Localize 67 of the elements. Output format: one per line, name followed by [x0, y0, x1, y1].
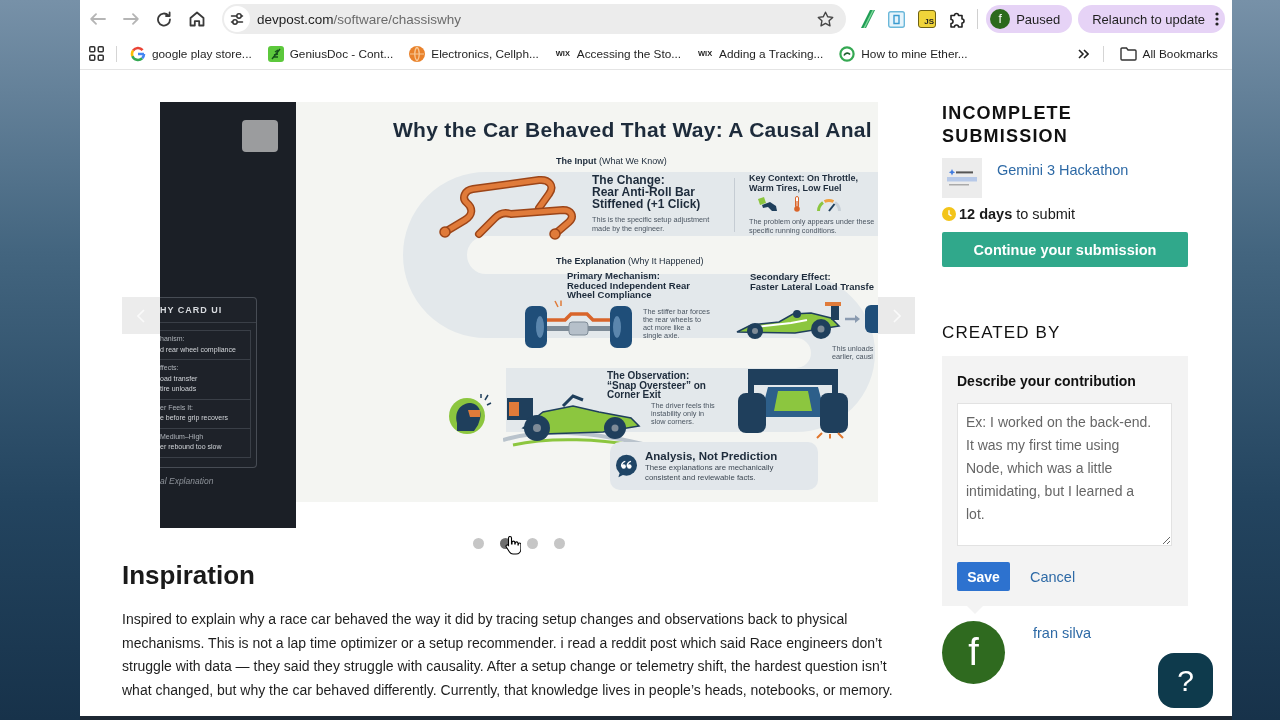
callout-title: Analysis, Not Prediction: [645, 450, 779, 463]
section-title: Reduced Independent Rear Wheel Compliance: [567, 280, 691, 301]
folder-icon: [1119, 46, 1137, 61]
section-label: Secondary Effect:: [750, 272, 832, 282]
ring-icon: [839, 45, 856, 62]
carousel-dot[interactable]: [553, 538, 565, 549]
frame-extension-icon[interactable]: [888, 10, 906, 28]
quote-icon: [616, 452, 637, 480]
section-title: Rear Anti-Roll Bar Stiffened (+1 Click): [592, 186, 702, 210]
site-settings-icon[interactable]: [224, 6, 250, 32]
contribution-textarea[interactable]: Ex: I worked on the back-end. It was my first time using Node, which was a little intimidating, but I learned a lot.: [957, 403, 1172, 546]
field-label: Describe your contribution: [957, 372, 1137, 390]
more-icon: [1215, 12, 1219, 26]
hackathon-link[interactable]: Gemini 3 Hackathon: [997, 158, 1129, 180]
carousel-dot[interactable]: [526, 538, 538, 549]
apps-grid-icon[interactable]: [89, 46, 104, 61]
bookmark-button[interactable]: How to mine Ether...: [839, 45, 968, 62]
section-heading: CREATED BY: [942, 322, 1061, 344]
section-label: The Observation:: [607, 371, 691, 381]
section-heading: The Explanation (Why It Happened): [556, 255, 704, 267]
square-tile-icon: [242, 120, 278, 152]
pen-extension-icon[interactable]: [861, 10, 876, 28]
infographic-title: Why the Car Behaved That Way: A Causal Anal: [393, 117, 872, 142]
all-bookmarks-button[interactable]: All Bookmarks: [1119, 46, 1218, 61]
section-title: “Snap Oversteer” on Corner Exit: [607, 380, 707, 401]
section-title: Faster Lateral Load Transfe: [750, 281, 876, 292]
profile-avatar: f: [990, 9, 1011, 29]
save-button[interactable]: Save: [957, 562, 1010, 591]
globe-icon: [409, 45, 426, 62]
member-name-link[interactable]: fran silva: [1033, 621, 1092, 684]
status-heading: INCOMPLETE SUBMISSION: [942, 102, 1073, 148]
gauge-icon: [816, 197, 842, 212]
address-bar[interactable]: devpost.com/software/chassiswhy: [222, 4, 847, 34]
profile-button[interactable]: f Paused: [986, 5, 1073, 33]
throttle-pedal-icon: [758, 197, 778, 212]
url-text[interactable]: devpost.com/software/chassiswhy: [257, 11, 462, 27]
leaf-tile-icon: [267, 45, 284, 62]
cancel-link[interactable]: Cancel: [1030, 566, 1076, 587]
extensions-puzzle-icon[interactable]: [949, 10, 968, 28]
caption-text: al Explanation: [160, 475, 215, 487]
section-label: Primary Mechanism:: [567, 271, 661, 281]
bookmark-button[interactable]: GeniusDoc - Cont...: [267, 45, 394, 62]
bookmark-button[interactable]: google play store...: [130, 45, 252, 62]
reload-icon[interactable]: [156, 11, 172, 27]
clock-icon: [942, 207, 956, 221]
multicolor-g-icon: [130, 45, 146, 62]
arrow-icon: [845, 315, 860, 323]
hackathon-logo-drawing: [942, 158, 982, 198]
js-extension-button[interactable]: JS: [918, 10, 937, 28]
section-heading: Inspiration: [122, 559, 256, 591]
description-paragraph: Inspired to explain why a race car behaved the way it did by tracing setup changes and observations back to physical mechanisms. This is not a lap time optimizer or a setup recommender. i read a reddit post which said Race engineers don’t struggle with data — they said they struggle with causality. After a setup change or telemetry shift, the hardest question isn’t what changed, but why the car behaved differently. Currently, that knowledge lives in people’s heads, notebooks, or memory.: [122, 610, 894, 700]
section-heading: The Input (What We Know): [556, 155, 667, 167]
double-chevron-icon[interactable]: [1077, 48, 1089, 59]
home-icon[interactable]: [189, 11, 205, 27]
member-avatar[interactable]: f: [942, 621, 1005, 684]
section-title: Key Context: On Throttle, Warm Tires, Low Fuel: [749, 174, 859, 193]
wheel-drawing: [865, 305, 878, 333]
carousel-dot[interactable]: [472, 538, 484, 549]
help-button[interactable]: ?: [1158, 653, 1213, 708]
deadline-text: 12 days to submit: [959, 205, 1076, 223]
hand-cursor-icon: [504, 535, 521, 556]
relaunch-button[interactable]: Relaunch to update: [1078, 5, 1225, 33]
section-label: The Change:: [592, 174, 665, 186]
driver-helmet-icon: [448, 393, 492, 435]
bookmark-button[interactable]: Electronics, Cellph...: [409, 45, 539, 62]
thermometer-icon: [794, 196, 800, 212]
bookmark-star-icon[interactable]: [817, 11, 835, 27]
